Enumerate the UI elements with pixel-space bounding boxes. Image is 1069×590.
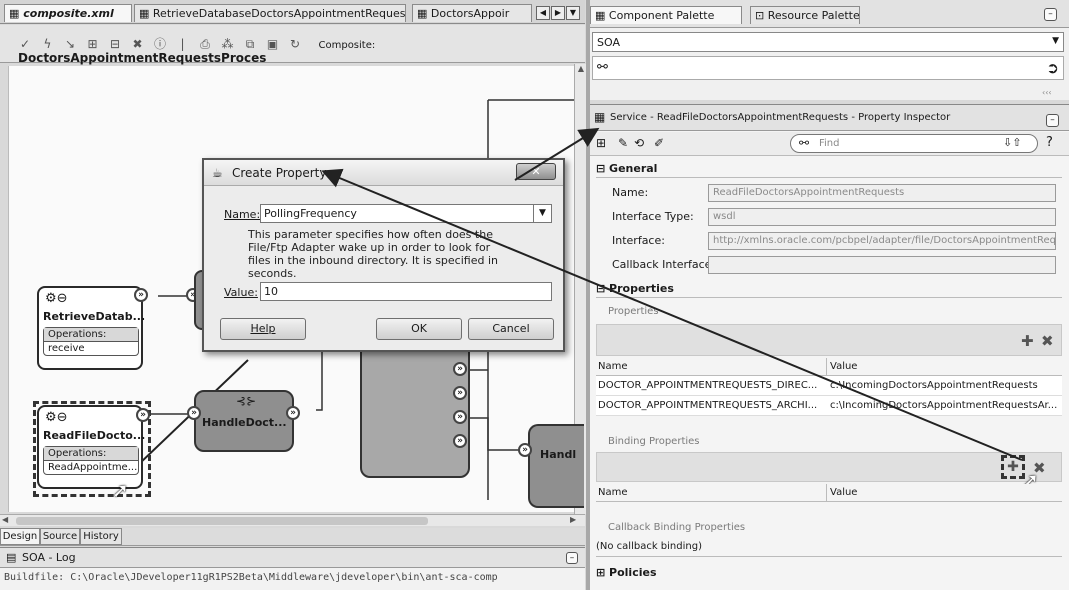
annotation-arrows [321,127,1023,461]
arrow-to-inspector [514,127,600,181]
arrow-to-dialog-title [321,168,1023,461]
